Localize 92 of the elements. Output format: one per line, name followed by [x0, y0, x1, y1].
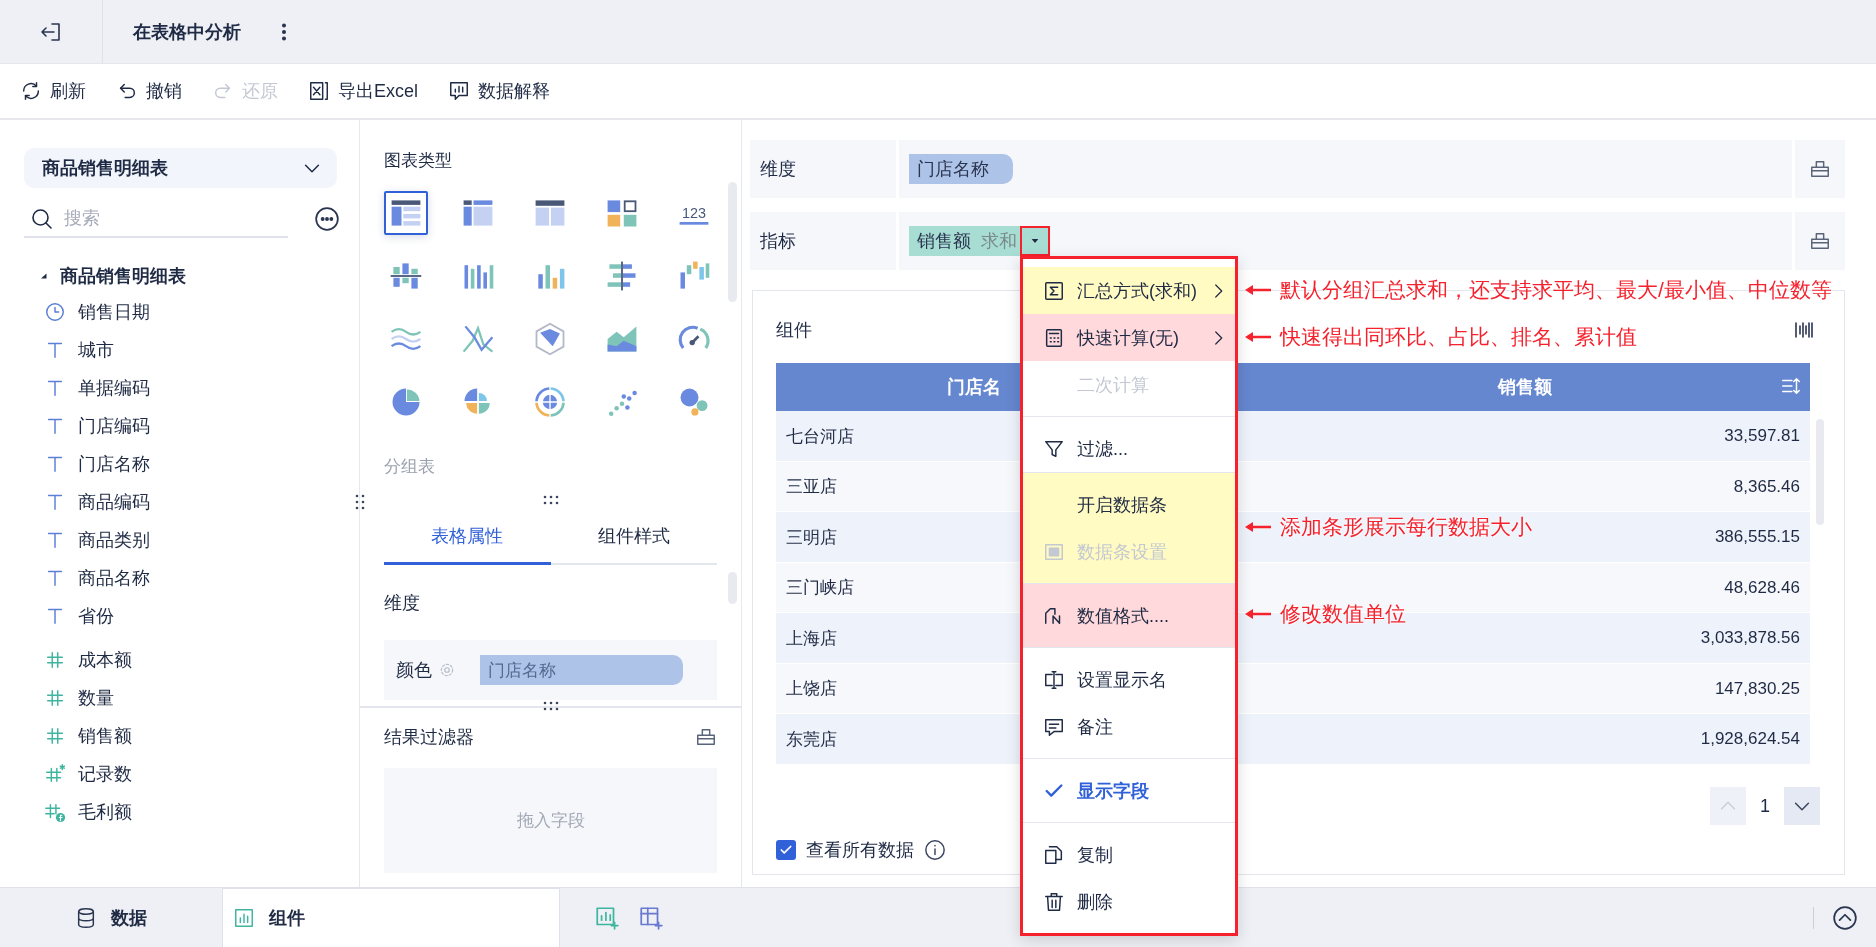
checkbox-label: 查看所有数据 — [806, 839, 914, 862]
field-label: 指标 — [750, 212, 896, 270]
field-item[interactable]: 门店名称 — [24, 445, 337, 483]
field-item[interactable]: 商品名称 — [24, 559, 337, 597]
number-type-icon — [44, 725, 66, 747]
field-item[interactable]: 记录数 — [24, 755, 337, 793]
annotation-text: 快速得出同环比、占比、排名、累计值 — [1280, 323, 1637, 350]
search-icon — [30, 207, 54, 231]
field-item[interactable]: 销售日期 — [24, 293, 337, 331]
window-title: 在表格中分析 — [133, 20, 241, 44]
number-type-icon — [44, 687, 66, 709]
table-cell: 1,928,624.54 — [1240, 713, 1810, 765]
annotation-arrow — [1244, 608, 1272, 620]
field-item[interactable]: 商品类别 — [24, 521, 337, 559]
chart-comment-icon — [448, 80, 470, 102]
tab[interactable]: 组件样式 — [550, 510, 717, 565]
tab[interactable]: 表格属性 — [384, 510, 551, 565]
section-title: 图表类型 — [384, 149, 453, 172]
card-title: 组件 — [776, 319, 812, 342]
table-cell: 147,830.25 — [1240, 663, 1810, 714]
annotation-text: 添加条形展示每行数据大小 — [1280, 513, 1532, 540]
dataset-select[interactable]: 商品销售明细表 — [24, 148, 337, 188]
count-type-icon — [44, 763, 66, 785]
rename-icon — [1043, 668, 1065, 691]
section-title: 维度 — [384, 592, 421, 615]
table-cell: 33,597.81 — [1240, 411, 1810, 462]
search-field[interactable]: 搜索 — [24, 200, 288, 238]
chevron-up-icon — [1832, 904, 1858, 931]
spreadsheet-icon — [308, 80, 330, 102]
annotation-arrow — [1244, 330, 1272, 343]
drag-handle-icon — [541, 699, 561, 713]
field-item[interactable]: 城市 — [24, 331, 337, 369]
tab[interactable]: 组件 — [222, 888, 560, 947]
clock-icon — [44, 301, 66, 323]
box-icon[interactable] — [695, 726, 717, 748]
number-type-icon — [44, 649, 66, 671]
refresh-button[interactable]: 刷新 — [20, 79, 86, 103]
annotation-arrow — [1244, 520, 1272, 533]
field-item[interactable]: 数量 — [24, 679, 337, 717]
field-item[interactable]: 商品编码 — [24, 483, 337, 521]
drag-handle-icon — [353, 492, 367, 512]
radial-chart-icon — [532, 384, 568, 420]
column-header[interactable]: 销售额 — [1240, 363, 1810, 412]
field-tag[interactable]: 门店名称 — [909, 154, 1013, 184]
annotation-arrow — [1244, 283, 1272, 296]
field-item[interactable]: 省份 — [24, 597, 337, 635]
field-item[interactable]: 门店编码 — [24, 407, 337, 445]
field-label: 维度 — [750, 140, 896, 198]
refresh-icon — [20, 80, 42, 102]
dropdown-button[interactable] — [1020, 226, 1050, 256]
undo-button[interactable]: 撤销 — [116, 79, 182, 103]
field-tag[interactable]: 销售额 求和 — [909, 226, 1050, 256]
box-icon[interactable] — [1809, 158, 1831, 180]
settings-icon — [438, 661, 456, 679]
menu-item[interactable]: 显示字段 — [1023, 767, 1235, 814]
drag-handle-icon — [541, 493, 561, 507]
formula-type-icon — [44, 801, 66, 823]
copy-icon — [1043, 843, 1065, 866]
sort-icon — [1780, 375, 1802, 397]
delete-icon — [1043, 890, 1065, 913]
check-icon — [779, 843, 793, 857]
sigma-icon — [1043, 279, 1065, 302]
annotation-text: 默认分组汇总求和，还支持求平均、最大/最小值、中位数等 — [1280, 276, 1832, 303]
menu-item[interactable]: 快速计算(无) — [1023, 314, 1235, 361]
menu-item[interactable]: 汇总方式(求和) — [1023, 267, 1235, 314]
section-title: 结果过滤器 — [384, 726, 474, 749]
add-chart-icon[interactable] — [594, 904, 620, 931]
next-page-button[interactable] — [1784, 787, 1820, 825]
field-item[interactable]: 单据编码 — [24, 369, 337, 407]
table-cell: 8,365.46 — [1240, 461, 1810, 512]
explain-button[interactable]: 数据解释 — [448, 79, 550, 103]
field-item[interactable]: 成本额 — [24, 641, 337, 679]
add-table-icon[interactable] — [638, 904, 664, 931]
tab[interactable]: 数据 — [0, 888, 222, 947]
bar-chart-icon — [233, 907, 255, 929]
chart-type-name: 分组表 — [384, 455, 436, 478]
field-item[interactable]: 销售额 — [24, 717, 337, 755]
field-label: 颜色 — [396, 659, 432, 682]
chart-type-button[interactable] — [384, 191, 428, 235]
menu-item[interactable]: 删除 — [1023, 878, 1235, 925]
checkbox[interactable] — [776, 840, 796, 860]
calculator-icon — [1043, 326, 1065, 349]
field-item[interactable]: 毛利额 — [24, 793, 337, 831]
database-icon — [75, 906, 97, 929]
info-icon — [924, 839, 946, 861]
tree-item[interactable]: 商品销售明细表 — [24, 259, 337, 293]
box-icon[interactable] — [1809, 230, 1831, 252]
collapse-button[interactable] — [1832, 904, 1858, 931]
menu-item[interactable]: 复制 — [1023, 831, 1235, 878]
page-number: 1 — [1760, 795, 1770, 817]
export-button[interactable]: 导出Excel — [308, 79, 418, 103]
more-icon[interactable] — [314, 206, 340, 232]
